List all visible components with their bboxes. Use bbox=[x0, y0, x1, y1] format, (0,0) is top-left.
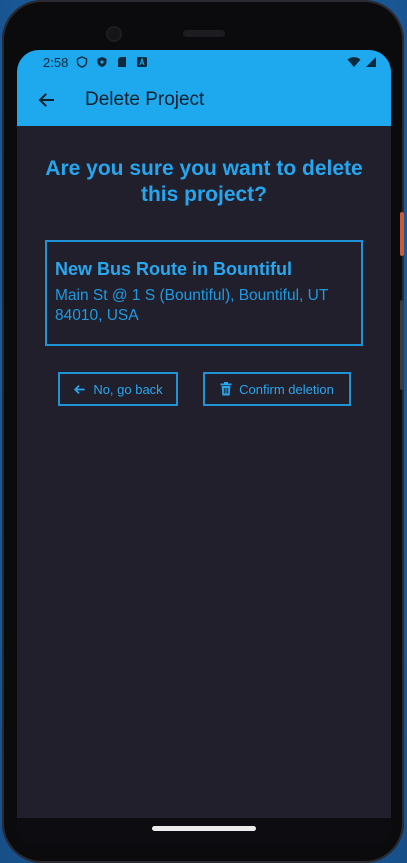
go-back-button[interactable]: No, go back bbox=[58, 372, 178, 406]
app-bar: 2:58 Delete Project bbox=[17, 50, 391, 126]
phone-screen: 2:58 Delete Project Are you sure you wan… bbox=[17, 50, 391, 845]
project-address: Main St @ 1 S (Bountiful), Bountiful, UT… bbox=[55, 287, 329, 324]
trash-icon bbox=[220, 382, 232, 396]
back-button[interactable] bbox=[33, 87, 59, 113]
project-card: New Bus Route in Bountiful Main St @ 1 S… bbox=[45, 240, 363, 346]
sd-card-icon bbox=[118, 57, 127, 67]
project-name: New Bus Route in Bountiful bbox=[55, 259, 292, 279]
a-box-icon bbox=[137, 57, 148, 67]
confirm-deletion-label: Confirm deletion bbox=[239, 381, 334, 397]
home-gesture-bar[interactable] bbox=[152, 826, 256, 831]
power-button bbox=[400, 300, 404, 390]
arrow-back-icon bbox=[38, 93, 54, 107]
navigation-bar bbox=[17, 818, 391, 845]
toolbar: Delete Project bbox=[17, 74, 391, 126]
front-camera bbox=[106, 26, 122, 42]
cell-signal-icon bbox=[366, 57, 376, 67]
delete-project-content: Are you sure you want to delete this pro… bbox=[17, 126, 391, 786]
wifi-icon bbox=[347, 57, 361, 67]
shield-outline-icon bbox=[77, 56, 88, 68]
confirmation-heading: Are you sure you want to delete this pro… bbox=[45, 157, 363, 206]
confirm-deletion-button[interactable]: Confirm deletion bbox=[203, 372, 351, 406]
shield-filled-icon bbox=[97, 57, 107, 67]
status-bar: 2:58 bbox=[17, 50, 391, 74]
status-time: 2:58 bbox=[43, 54, 69, 70]
arrow-back-icon bbox=[74, 384, 85, 394]
earpiece-speaker bbox=[183, 30, 225, 37]
go-back-label: No, go back bbox=[93, 381, 163, 397]
page-title: Delete Project bbox=[85, 89, 205, 110]
phone-frame: 2:58 Delete Project Are you sure you wan… bbox=[2, 0, 404, 863]
volume-button bbox=[400, 212, 404, 256]
